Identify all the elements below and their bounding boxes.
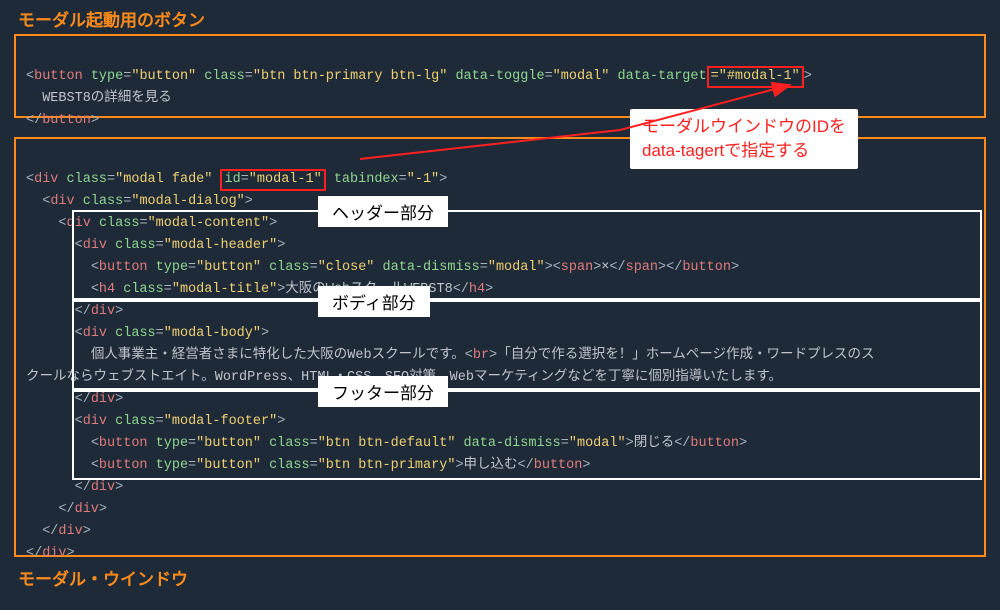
highlight-data-target: ="#modal-1" <box>707 66 804 88</box>
annotation-data-target: モーダルウインドウのIDを data-tagertで指定する <box>630 109 858 169</box>
highlight-id-modal: id="modal-1" <box>220 169 325 191</box>
section-footer-label: フッター部分 <box>318 376 448 407</box>
section-header-label: ヘッダー部分 <box>318 196 448 227</box>
top-title: モーダル起動用のボタン <box>18 6 205 31</box>
bottom-title: モーダル・ウインドウ <box>18 565 188 590</box>
section-body-box <box>72 300 982 390</box>
section-body-label: ボディ部分 <box>318 286 430 317</box>
section-header-box <box>72 210 982 300</box>
section-footer-box <box>72 390 982 480</box>
code-box-button: <button type="button" class="btn btn-pri… <box>14 34 986 118</box>
